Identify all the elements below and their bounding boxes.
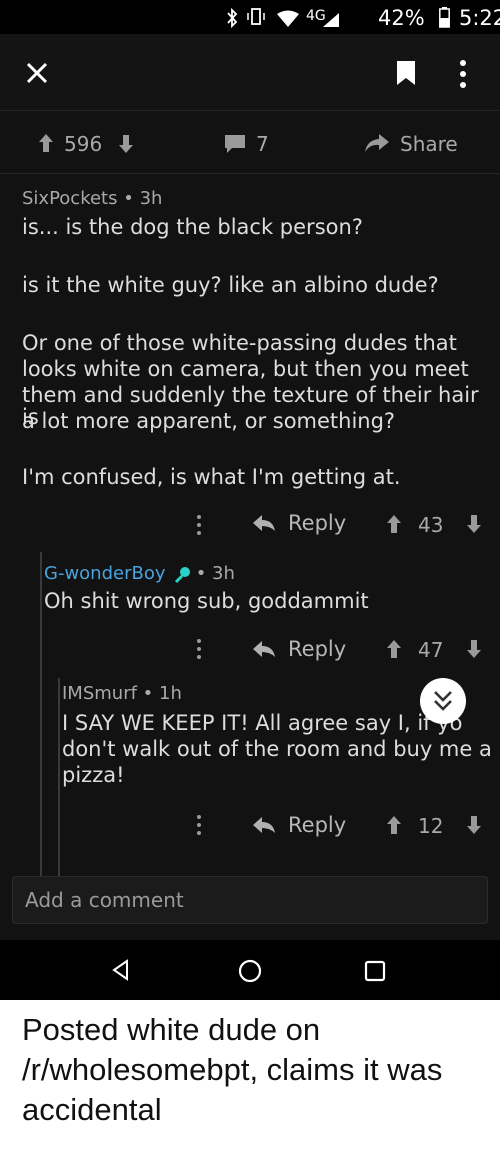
bluetooth-icon xyxy=(227,8,238,28)
battery-percent: 42% xyxy=(378,6,425,30)
reddit-app-screen: 4G 42% 5:22 596 7 Share SixPockets • 3h … xyxy=(0,0,500,1000)
upvote-icon[interactable] xyxy=(38,133,54,153)
comment-age: 3h xyxy=(139,188,163,209)
reply-icon[interactable] xyxy=(252,640,276,658)
comment-header: IMSmurf • 1h xyxy=(62,683,182,704)
comment-vote-count: 47 xyxy=(418,638,444,662)
post-actions: 596 7 Share xyxy=(0,111,500,174)
comment-vote-count: 43 xyxy=(418,513,444,537)
clock: 5:22 xyxy=(459,6,500,30)
comment-overflow-icon[interactable] xyxy=(196,814,202,836)
post-vote-count: 596 xyxy=(64,132,103,156)
comment-header: G-wonderBoy • 3h xyxy=(44,563,235,584)
reply-button[interactable]: Reply xyxy=(288,511,346,535)
upvote-icon[interactable] xyxy=(386,815,402,835)
comment-paragraph: looks white on camera, but then you meet xyxy=(22,357,469,381)
bookmark-icon[interactable] xyxy=(396,60,416,86)
share-icon[interactable] xyxy=(364,133,390,153)
home-icon[interactable] xyxy=(238,959,262,983)
system-nav-bar xyxy=(0,940,500,1000)
mic-icon xyxy=(174,566,190,583)
comment-vote-count: 12 xyxy=(418,814,444,838)
thread-line xyxy=(58,678,60,878)
thread-line xyxy=(40,552,42,882)
comment-author[interactable]: G-wonderBoy xyxy=(44,563,166,584)
comment-author[interactable]: IMSmurf xyxy=(62,683,137,704)
status-bar: 4G 42% 5:22 xyxy=(0,0,500,34)
add-comment-placeholder: Add a comment xyxy=(25,888,184,912)
comment-paragraph: pizza! xyxy=(62,763,125,787)
comment-header: SixPockets • 3h xyxy=(22,188,163,209)
comment-icon[interactable] xyxy=(224,134,246,154)
caption-line: /r/wholesomebpt, claims it was xyxy=(22,1052,443,1087)
comment-paragraph: don't walk out of the room and buy me a xyxy=(62,737,492,761)
reply-button[interactable]: Reply xyxy=(288,637,346,661)
recents-icon[interactable] xyxy=(364,960,386,982)
caption-line: accidental xyxy=(22,1092,162,1127)
comment-paragraph: Or one of those white-passing dudes that xyxy=(22,331,457,355)
close-icon[interactable] xyxy=(26,62,48,84)
more-options-icon[interactable] xyxy=(459,59,467,89)
share-button[interactable]: Share xyxy=(400,132,458,156)
wifi-icon xyxy=(277,10,299,27)
top-app-bar xyxy=(0,34,500,111)
comment-overflow-icon[interactable] xyxy=(196,514,202,536)
comment-paragraph: I'm confused, is what I'm getting at. xyxy=(22,465,401,489)
comment-paragraph: is it the white guy? like an albino dude… xyxy=(22,273,439,297)
comment-paragraph: a lot more apparent, or something? xyxy=(22,409,396,433)
comment-age: 1h xyxy=(159,683,182,704)
battery-icon xyxy=(439,7,450,28)
double-chevron-down-icon xyxy=(434,691,452,711)
comment-author[interactable]: SixPockets xyxy=(22,188,118,209)
downvote-icon[interactable] xyxy=(118,134,134,154)
post-comment-count: 7 xyxy=(256,132,269,156)
reply-icon[interactable] xyxy=(252,816,276,834)
back-icon[interactable] xyxy=(111,959,129,981)
add-comment-field[interactable]: Add a comment xyxy=(12,876,488,924)
comment-paragraph: Oh shit wrong sub, goddammit xyxy=(44,589,369,613)
reply-button[interactable]: Reply xyxy=(288,813,346,837)
caption-line: Posted white dude on xyxy=(22,1012,321,1047)
meme-caption: Posted white dude on /r/wholesomebpt, cl… xyxy=(22,1010,492,1130)
comment-overflow-icon[interactable] xyxy=(196,638,202,660)
comment-paragraph: is... is the dog the black person? xyxy=(22,215,363,239)
comment-age: 3h xyxy=(212,563,235,584)
cell-signal-icon xyxy=(323,13,339,27)
vibrate-icon xyxy=(247,8,265,25)
downvote-icon[interactable] xyxy=(466,639,482,659)
next-comment-button[interactable] xyxy=(420,678,466,724)
upvote-icon[interactable] xyxy=(386,639,402,659)
comment-paragraph: I SAY WE KEEP IT! All agree say I, if yo xyxy=(62,711,463,735)
upvote-icon[interactable] xyxy=(386,514,402,534)
downvote-icon[interactable] xyxy=(466,815,482,835)
downvote-icon[interactable] xyxy=(466,514,482,534)
reply-icon[interactable] xyxy=(252,514,276,532)
